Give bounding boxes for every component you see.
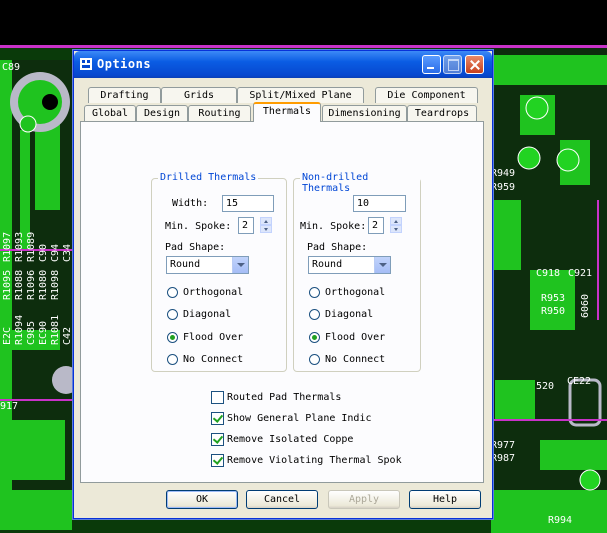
silk-label: C918 xyxy=(536,268,561,279)
silk-label: 6060 xyxy=(580,293,591,318)
silk-label: 520 xyxy=(536,381,555,392)
tab-die-component[interactable]: Die Component xyxy=(375,87,478,103)
thermals-tab-panel: Drilled Thermals Width: 15 Min. Spoke: 2… xyxy=(80,121,484,483)
drilled-thermals-title: Drilled Thermals xyxy=(158,172,259,183)
silk-label: C921 xyxy=(568,268,593,279)
silk-label: R949 xyxy=(491,168,516,179)
silk-label: C34 xyxy=(62,243,73,262)
close-button[interactable] xyxy=(465,55,484,74)
silk-label: E2C xyxy=(2,326,13,345)
silk-label: R1096 xyxy=(26,269,37,300)
options-app-icon xyxy=(80,58,92,70)
silk-label: R1093 xyxy=(14,231,25,262)
silk-label: C90 xyxy=(38,243,49,262)
radio-label: Flood Over xyxy=(183,332,244,343)
checkbox-label: Remove Isolated Coppe xyxy=(227,434,354,445)
apply-button[interactable]: Apply xyxy=(328,490,400,509)
help-button[interactable]: Help xyxy=(409,490,481,509)
drilled-orthogonal-radio[interactable]: Orthogonal xyxy=(167,286,243,300)
tab-dimensioning[interactable]: Dimensioning xyxy=(322,105,407,121)
silk-label: R977 xyxy=(491,440,516,451)
checkbox-label: Show General Plane Indic xyxy=(227,413,372,424)
pad-shape-label: Pad Shape: xyxy=(307,242,368,253)
silk-label: R953 xyxy=(541,293,566,304)
non-drilled-flood-over-radio[interactable]: Flood Over xyxy=(309,331,385,345)
tab-design[interactable]: Design xyxy=(136,105,188,121)
silk-label: C89 xyxy=(2,62,21,73)
radio-label: Diagonal xyxy=(325,309,374,320)
non-drilled-min-spoke-field[interactable]: 2 xyxy=(368,217,384,234)
non-drilled-pad-shape-select[interactable]: Round xyxy=(308,256,391,274)
radio-label: Orthogonal xyxy=(325,287,386,298)
silk-label: R1098 xyxy=(50,269,61,300)
maximize-button[interactable] xyxy=(443,55,462,74)
silk-label: R994 xyxy=(548,515,573,526)
radio-label: No Connect xyxy=(325,354,386,365)
remove-violating-thermal-spokes-checkbox[interactable]: Remove Violating Thermal Spok xyxy=(211,454,402,468)
tab-thermals[interactable]: Thermals xyxy=(253,102,321,122)
silk-label: C42 xyxy=(62,326,73,345)
drilled-pad-shape-select[interactable]: Round xyxy=(166,256,249,274)
title-bar[interactable]: Options xyxy=(74,51,492,78)
drilled-flood-over-radio[interactable]: Flood Over xyxy=(167,331,243,345)
drilled-min-spoke-field[interactable]: 2 xyxy=(238,217,254,234)
drilled-diagonal-radio[interactable]: Diagonal xyxy=(167,308,231,322)
checkbox-label: Routed Pad Thermals xyxy=(227,392,342,403)
tab-routing[interactable]: Routing xyxy=(188,105,251,121)
tab-drafting[interactable]: Drafting xyxy=(88,87,161,103)
silk-label: R1094 xyxy=(14,314,25,345)
checkbox-label: Remove Violating Thermal Spok xyxy=(227,455,402,466)
min-spoke-label: Min. Spoke: xyxy=(300,221,367,232)
show-general-plane-indicators-checkbox[interactable]: Show General Plane Indic xyxy=(211,412,372,426)
remove-isolated-copper-checkbox[interactable]: Remove Isolated Coppe xyxy=(211,433,353,447)
silk-label: C94 xyxy=(50,243,61,262)
non-drilled-diagonal-radio[interactable]: Diagonal xyxy=(309,308,373,322)
drilled-width-field[interactable]: 15 xyxy=(222,195,274,212)
radio-label: Flood Over xyxy=(325,332,386,343)
silk-label: 917 xyxy=(0,401,19,412)
width-label: Width: xyxy=(172,198,209,209)
silk-label: R1081 xyxy=(50,314,61,345)
tab-grids[interactable]: Grids xyxy=(161,87,237,103)
silk-label: CE22 xyxy=(567,376,592,387)
non-drilled-min-spoke-spinner[interactable] xyxy=(390,217,402,234)
non-drilled-width-field[interactable]: 10 xyxy=(353,195,406,212)
non-drilled-orthogonal-radio[interactable]: Orthogonal xyxy=(309,286,385,300)
radio-label: Diagonal xyxy=(183,309,232,320)
minimize-button[interactable] xyxy=(422,55,441,74)
silk-label: R1095 xyxy=(2,269,13,300)
pad-shape-value: Round xyxy=(312,259,343,270)
ok-button[interactable]: OK xyxy=(166,490,238,509)
drilled-thermals-group: Drilled Thermals Width: 15 Min. Spoke: 2… xyxy=(151,172,287,372)
silk-label: R1097 xyxy=(2,231,13,262)
tab-teardrops[interactable]: Teardrops xyxy=(407,105,477,121)
chevron-down-icon[interactable] xyxy=(374,257,390,273)
silk-label: C985 xyxy=(26,320,37,345)
radio-label: Orthogonal xyxy=(183,287,244,298)
non-drilled-thermals-group: Non-drilled Thermals 10 Min. Spoke: 2 Pa… xyxy=(293,172,421,372)
tab-split-mixed-plane[interactable]: Split/Mixed Plane xyxy=(237,87,364,103)
drilled-no-connect-radio[interactable]: No Connect xyxy=(167,353,243,367)
tab-global[interactable]: Global xyxy=(84,105,136,121)
min-spoke-label: Min. Spoke: xyxy=(165,221,232,232)
pad-shape-value: Round xyxy=(170,259,201,270)
dialog-title: Options xyxy=(97,57,152,71)
non-drilled-thermals-title: Non-drilled Thermals xyxy=(300,172,420,194)
non-drilled-no-connect-radio[interactable]: No Connect xyxy=(309,353,385,367)
silk-label: R950 xyxy=(541,306,566,317)
drilled-min-spoke-spinner[interactable] xyxy=(260,217,272,234)
silk-label: EC90 xyxy=(38,320,49,345)
silk-label: R959 xyxy=(491,182,516,193)
radio-label: No Connect xyxy=(183,354,244,365)
pad-shape-label: Pad Shape: xyxy=(165,242,226,253)
options-dialog: Options Drafting Grids Split/Mixed Plane… xyxy=(73,50,493,519)
silk-label: R1088 xyxy=(14,269,25,300)
routed-pad-thermals-checkbox[interactable]: Routed Pad Thermals xyxy=(211,391,341,405)
chevron-down-icon[interactable] xyxy=(232,257,248,273)
silk-label: R987 xyxy=(491,453,516,464)
silk-label: R1089 xyxy=(26,231,37,262)
cancel-button[interactable]: Cancel xyxy=(246,490,318,509)
silk-label: R1080 xyxy=(38,269,49,300)
